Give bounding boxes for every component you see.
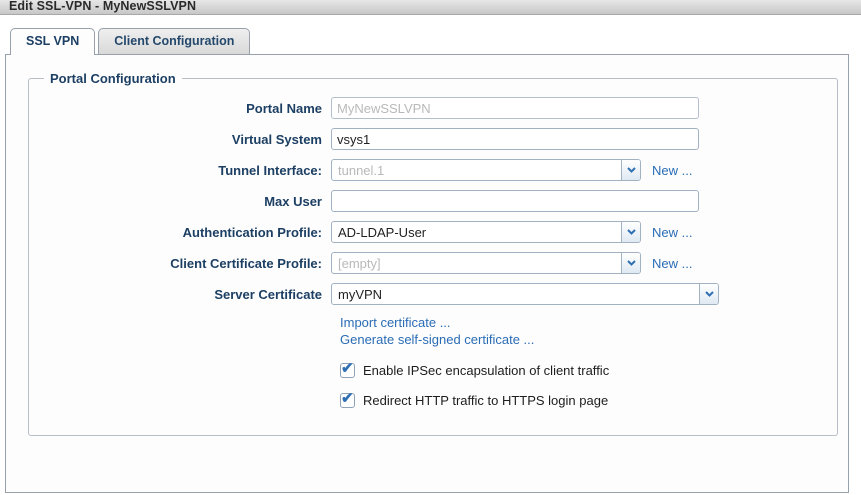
server-certificate-value: myVPN <box>332 284 699 304</box>
chevron-down-icon <box>627 260 636 266</box>
client-certificate-profile-new-link[interactable]: New ... <box>652 256 692 271</box>
tab-client-configuration-label: Client Configuration <box>114 34 234 48</box>
client-certificate-profile-label: Client Certificate Profile: <box>39 256 331 271</box>
tab-client-configuration[interactable]: Client Configuration <box>98 28 250 54</box>
portal-configuration-group: Portal Configuration Portal Name Virtual… <box>28 71 838 436</box>
authentication-profile-row: Authentication Profile: AD-LDAP-User New… <box>39 221 827 243</box>
authentication-profile-dropdown[interactable]: AD-LDAP-User <box>331 221 641 243</box>
ipsec-encapsulation-label: Enable IPSec encapsulation of client tra… <box>363 363 609 378</box>
redirect-http-row: Redirect HTTP traffic to HTTPS login pag… <box>340 393 827 408</box>
redirect-http-label: Redirect HTTP traffic to HTTPS login pag… <box>363 393 608 408</box>
authentication-profile-value: AD-LDAP-User <box>332 222 621 242</box>
tab-ssl-vpn-label: SSL VPN <box>26 34 79 48</box>
generate-self-signed-certificate-link[interactable]: Generate self-signed certificate ... <box>340 331 827 348</box>
virtual-system-row: Virtual System <box>39 128 827 150</box>
redirect-http-checkbox[interactable] <box>340 393 355 408</box>
dialog-titlebar: Edit SSL-VPN - MyNewSSLVPN <box>0 0 861 15</box>
dialog-title: Edit SSL-VPN - MyNewSSLVPN <box>9 0 852 15</box>
certificate-links: Import certificate ... Generate self-sig… <box>340 314 827 348</box>
tunnel-interface-row: Tunnel Interface: tunnel.1 New ... <box>39 159 827 181</box>
tab-ssl-vpn[interactable]: SSL VPN <box>10 28 95 55</box>
max-user-label: Max User <box>39 194 331 209</box>
chevron-down-icon <box>627 167 636 173</box>
authentication-profile-label: Authentication Profile: <box>39 225 331 240</box>
chevron-down-icon <box>627 229 636 235</box>
virtual-system-label: Virtual System <box>39 132 331 147</box>
tunnel-interface-dropdown[interactable]: tunnel.1 <box>331 159 641 181</box>
ipsec-encapsulation-checkbox[interactable] <box>340 363 355 378</box>
tunnel-interface-label: Tunnel Interface: <box>39 163 331 178</box>
portal-name-input[interactable] <box>331 97 699 119</box>
client-certificate-profile-value: [empty] <box>332 253 621 273</box>
tunnel-interface-new-link[interactable]: New ... <box>652 163 692 178</box>
authentication-profile-dropdown-button[interactable] <box>621 222 640 242</box>
ipsec-encapsulation-row: Enable IPSec encapsulation of client tra… <box>340 363 827 378</box>
virtual-system-input[interactable] <box>331 128 699 150</box>
portal-configuration-legend: Portal Configuration <box>44 71 182 86</box>
import-certificate-link[interactable]: Import certificate ... <box>340 314 827 331</box>
authentication-profile-new-link[interactable]: New ... <box>652 225 692 240</box>
chevron-down-icon <box>705 291 714 297</box>
max-user-row: Max User <box>39 190 827 212</box>
tab-content-panel: Portal Configuration Portal Name Virtual… <box>5 54 849 493</box>
server-certificate-dropdown-button[interactable] <box>699 284 718 304</box>
client-certificate-profile-row: Client Certificate Profile: [empty] New … <box>39 252 827 274</box>
client-certificate-profile-dropdown[interactable]: [empty] <box>331 252 641 274</box>
tunnel-interface-dropdown-button[interactable] <box>621 160 640 180</box>
max-user-input[interactable] <box>331 190 699 212</box>
client-certificate-profile-dropdown-button[interactable] <box>621 253 640 273</box>
tunnel-interface-value: tunnel.1 <box>332 160 621 180</box>
server-certificate-label: Server Certificate <box>39 287 331 302</box>
portal-name-label: Portal Name <box>39 101 331 116</box>
server-certificate-dropdown[interactable]: myVPN <box>331 283 719 305</box>
server-certificate-row: Server Certificate myVPN <box>39 283 827 305</box>
portal-name-row: Portal Name <box>39 97 827 119</box>
tab-bar: SSL VPN Client Configuration <box>0 15 861 54</box>
